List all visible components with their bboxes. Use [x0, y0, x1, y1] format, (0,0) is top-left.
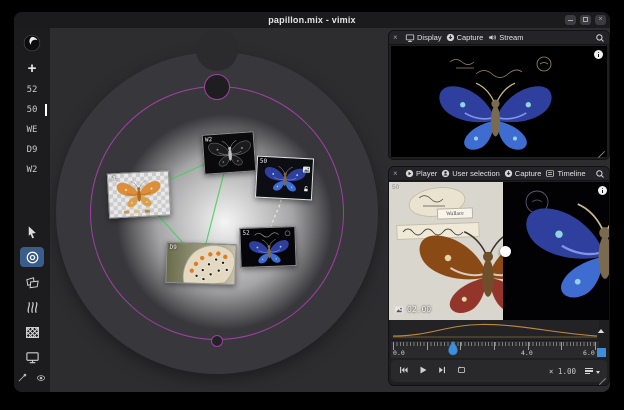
player-source-label: 50 [392, 184, 399, 191]
capture-icon [504, 169, 513, 178]
search-icon[interactable] [595, 33, 605, 43]
resize-handle-icon[interactable] [598, 148, 606, 156]
tab-label: Display [417, 33, 442, 42]
timeline-ruler[interactable]: 0.0 4.0 6.0 [391, 340, 599, 358]
preview-left-half: Wallace [389, 182, 503, 320]
ruler-label-end: 6.0 [583, 349, 595, 357]
tab-label: User selection [452, 169, 500, 178]
timecode-display: 02.00 [394, 305, 431, 314]
timecode-value: 02.00 [407, 305, 431, 314]
thumbnail-label: WE [110, 175, 118, 182]
specimen-label: Wallace [437, 207, 473, 219]
split-slider-handle[interactable] [500, 246, 511, 257]
sidebar-source-we[interactable]: WE [14, 120, 50, 140]
stream-icon [487, 33, 497, 42]
tab-label: Timeline [557, 169, 585, 178]
tab-user-selection[interactable]: User selection [441, 169, 500, 178]
preview-right-half [503, 182, 610, 320]
thumbnail-label: W2 [205, 136, 213, 143]
window-title: papillon.mix - vimix [268, 15, 356, 25]
minimize-button[interactable] [565, 15, 576, 25]
capture-icon [446, 33, 455, 42]
step-end-button[interactable] [437, 362, 447, 380]
playback-speed[interactable]: × 1.00 [549, 367, 576, 376]
search-icon[interactable] [595, 169, 605, 179]
play-circle-icon [405, 169, 414, 178]
tool-column [20, 222, 44, 369]
playhead-cursor[interactable] [448, 341, 458, 361]
monitor-icon [405, 33, 415, 43]
geometry-tool-button[interactable] [20, 272, 44, 292]
output-preview [391, 46, 607, 157]
app-window: papillon.mix - vimix × + 52 50 WE D9 W2 [14, 12, 610, 392]
mixing-tool-button[interactable] [20, 247, 44, 267]
layers-tool-button[interactable] [20, 297, 44, 317]
tab-player[interactable]: Player [405, 169, 437, 178]
thumbnail-label: 50 [260, 158, 268, 165]
tab-label: Capture [515, 169, 542, 178]
player-panel-header: × Player User selection Capture [389, 167, 609, 181]
tab-label: Capture [457, 33, 484, 42]
loop-button[interactable] [456, 362, 467, 380]
expand-output-icon[interactable] [17, 370, 27, 388]
source-thumbnail-50[interactable]: 50 [255, 156, 314, 201]
output-panel: × Display Capture Stream [388, 30, 610, 160]
player-menu-button[interactable] [585, 368, 600, 375]
unlock-icon [302, 180, 310, 198]
resize-handle-icon[interactable] [599, 375, 607, 383]
ruler-label-start: 0.0 [393, 349, 405, 357]
cursor-tool-button[interactable] [20, 222, 44, 242]
source-thumbnail-52[interactable]: 52 [239, 226, 296, 268]
close-button[interactable]: × [595, 15, 606, 25]
curve-up-button[interactable] [597, 321, 605, 339]
source-thumbnail-w2[interactable]: W2 [202, 131, 257, 175]
add-source-button[interactable]: + [28, 62, 37, 76]
maximize-button[interactable] [580, 15, 591, 25]
thumbnail-label: D9 [169, 244, 176, 251]
source-thumbnail-we[interactable]: WE [107, 170, 171, 218]
tab-display[interactable]: Display [405, 33, 442, 43]
info-icon[interactable] [598, 186, 607, 195]
info-icon[interactable] [594, 50, 603, 59]
sidebar-source-d9[interactable]: D9 [14, 140, 50, 160]
tab-capture-output[interactable]: Capture [446, 33, 484, 42]
display-tool-button[interactable] [20, 347, 44, 367]
person-circle-icon [441, 169, 450, 178]
player-close-button[interactable]: × [393, 169, 401, 178]
titlebar: papillon.mix - vimix × [14, 12, 610, 28]
image-type-icon [394, 306, 404, 314]
transport-bar: × 1.00 [391, 360, 607, 382]
texture-tool-button[interactable] [20, 322, 44, 342]
skip-start-button[interactable] [398, 362, 409, 380]
ruler-label-mid: 4.0 [521, 349, 533, 357]
output-close-button[interactable]: × [393, 33, 401, 42]
timeline-list-icon [545, 169, 555, 178]
fade-curve-area[interactable] [391, 320, 599, 340]
sidebar-source-w2[interactable]: W2 [14, 160, 50, 180]
preview-eye-icon[interactable] [35, 370, 47, 388]
tab-capture-player[interactable]: Capture [504, 169, 542, 178]
ring-knob-bottom[interactable] [211, 335, 223, 347]
ring-knob-top[interactable] [204, 74, 230, 100]
tab-stream[interactable]: Stream [487, 33, 523, 42]
player-preview[interactable]: Wallace 50 02.00 [389, 182, 610, 320]
tab-label: Player [416, 169, 437, 178]
play-button[interactable] [418, 362, 428, 380]
thumbnail-label: 52 [242, 230, 249, 237]
tab-timeline[interactable]: Timeline [545, 169, 585, 178]
tab-label: Stream [499, 33, 523, 42]
image-type-icon [302, 160, 311, 178]
vimix-logo-icon [23, 34, 41, 57]
source-thumbnail-d9[interactable]: D9 [165, 242, 236, 285]
timeline-scrollbar[interactable] [597, 348, 606, 357]
output-panel-header: × Display Capture Stream [389, 31, 609, 45]
sidebar-source-50[interactable]: 50 [14, 100, 50, 120]
sidebar: + 52 50 WE D9 W2 [14, 28, 50, 392]
player-panel: × Player User selection Capture [388, 166, 610, 386]
sidebar-source-52[interactable]: 52 [14, 80, 50, 100]
